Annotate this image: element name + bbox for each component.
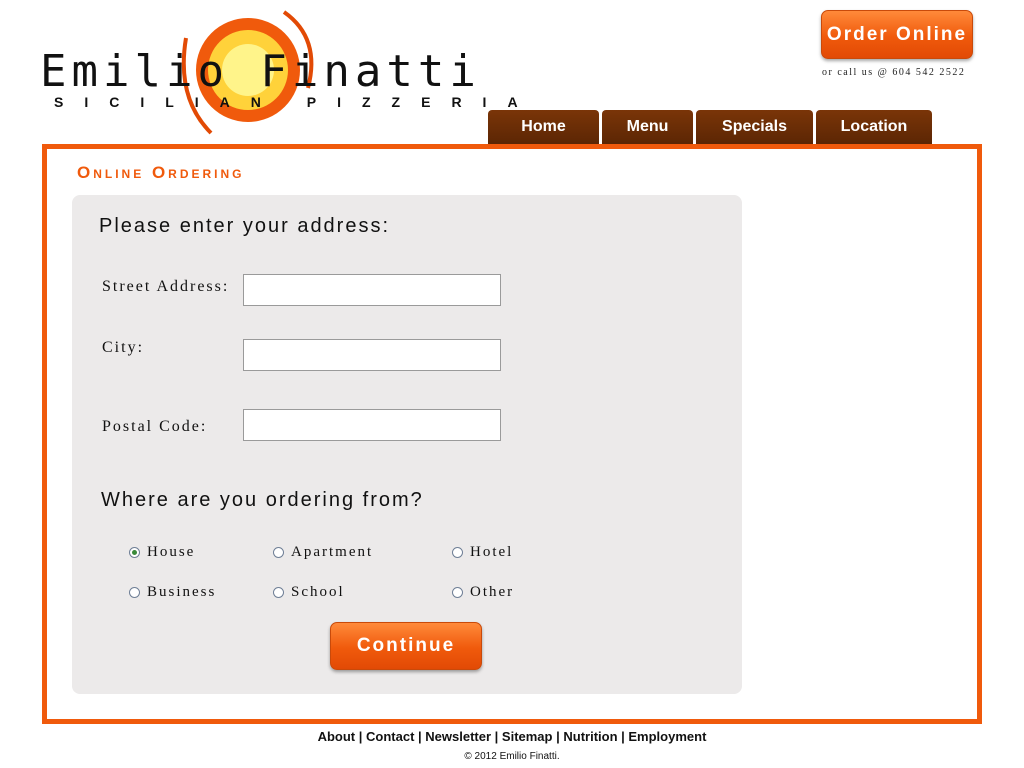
street-address-label: Street Address: [102,278,230,295]
nav-specials[interactable]: Specials [696,110,813,144]
footer-separator: | [617,729,629,744]
order-online-button[interactable]: Order Online [821,10,973,59]
address-prompt: Please enter your address: [99,215,391,237]
footer-link-contact[interactable]: Contact [366,729,414,744]
postal-code-input[interactable] [243,409,501,441]
radio-button[interactable] [129,587,140,598]
footer-link-sitemap[interactable]: Sitemap [502,729,553,744]
content-frame: Online Ordering Please enter your addres… [42,144,982,724]
brand-name: Emilio Finatti [40,46,481,97]
radio-label: Hotel [470,544,514,560]
nav-home[interactable]: Home [488,110,599,144]
nav-location[interactable]: Location [816,110,932,144]
postal-code-label: Postal Code: [102,418,208,435]
radio-school[interactable]: School [273,584,345,601]
nav-menu[interactable]: Menu [602,110,693,144]
radio-house[interactable]: House [129,544,195,561]
continue-button[interactable]: Continue [330,622,482,670]
copyright: © 2012 Emilio Finatti. [464,751,560,762]
radio-label: Business [147,584,217,600]
location-prompt: Where are you ordering from? [101,489,424,511]
radio-button[interactable] [273,587,284,598]
footer-separator: | [355,729,367,744]
street-address-input[interactable] [243,274,501,306]
footer-link-about[interactable]: About [318,729,356,744]
footer-separator: | [414,729,426,744]
radio-hotel[interactable]: Hotel [452,544,513,561]
radio-button[interactable] [129,547,140,558]
city-label: City: [102,339,145,356]
call-us-text: or call us @ 604 542 2522 [822,67,966,78]
radio-business[interactable]: Business [129,584,216,601]
main-nav: Home Menu Specials Location [488,110,935,144]
footer-links: About | Contact | Newsletter | Sitemap |… [0,729,1024,744]
radio-label: Apartment [291,544,374,560]
radio-label: Other [470,584,515,600]
radio-label: House [147,544,196,560]
footer-link-newsletter[interactable]: Newsletter [425,729,491,744]
radio-button[interactable] [452,587,463,598]
radio-label: School [291,584,345,600]
page-title: Online Ordering [77,163,245,182]
footer-link-nutrition[interactable]: Nutrition [563,729,617,744]
radio-button[interactable] [452,547,463,558]
city-input[interactable] [243,339,501,371]
brand-logo[interactable]: Emilio Finatti SICILIAN PIZZERIA [36,8,518,138]
address-form-panel: Please enter your address: Street Addres… [72,195,742,694]
brand-tagline: SICILIAN PIZZERIA [54,94,539,110]
footer-link-employment[interactable]: Employment [628,729,706,744]
radio-button[interactable] [273,547,284,558]
radio-apartment[interactable]: Apartment [273,544,373,561]
radio-other[interactable]: Other [452,584,514,601]
footer-separator: | [491,729,502,744]
footer-separator: | [552,729,564,744]
